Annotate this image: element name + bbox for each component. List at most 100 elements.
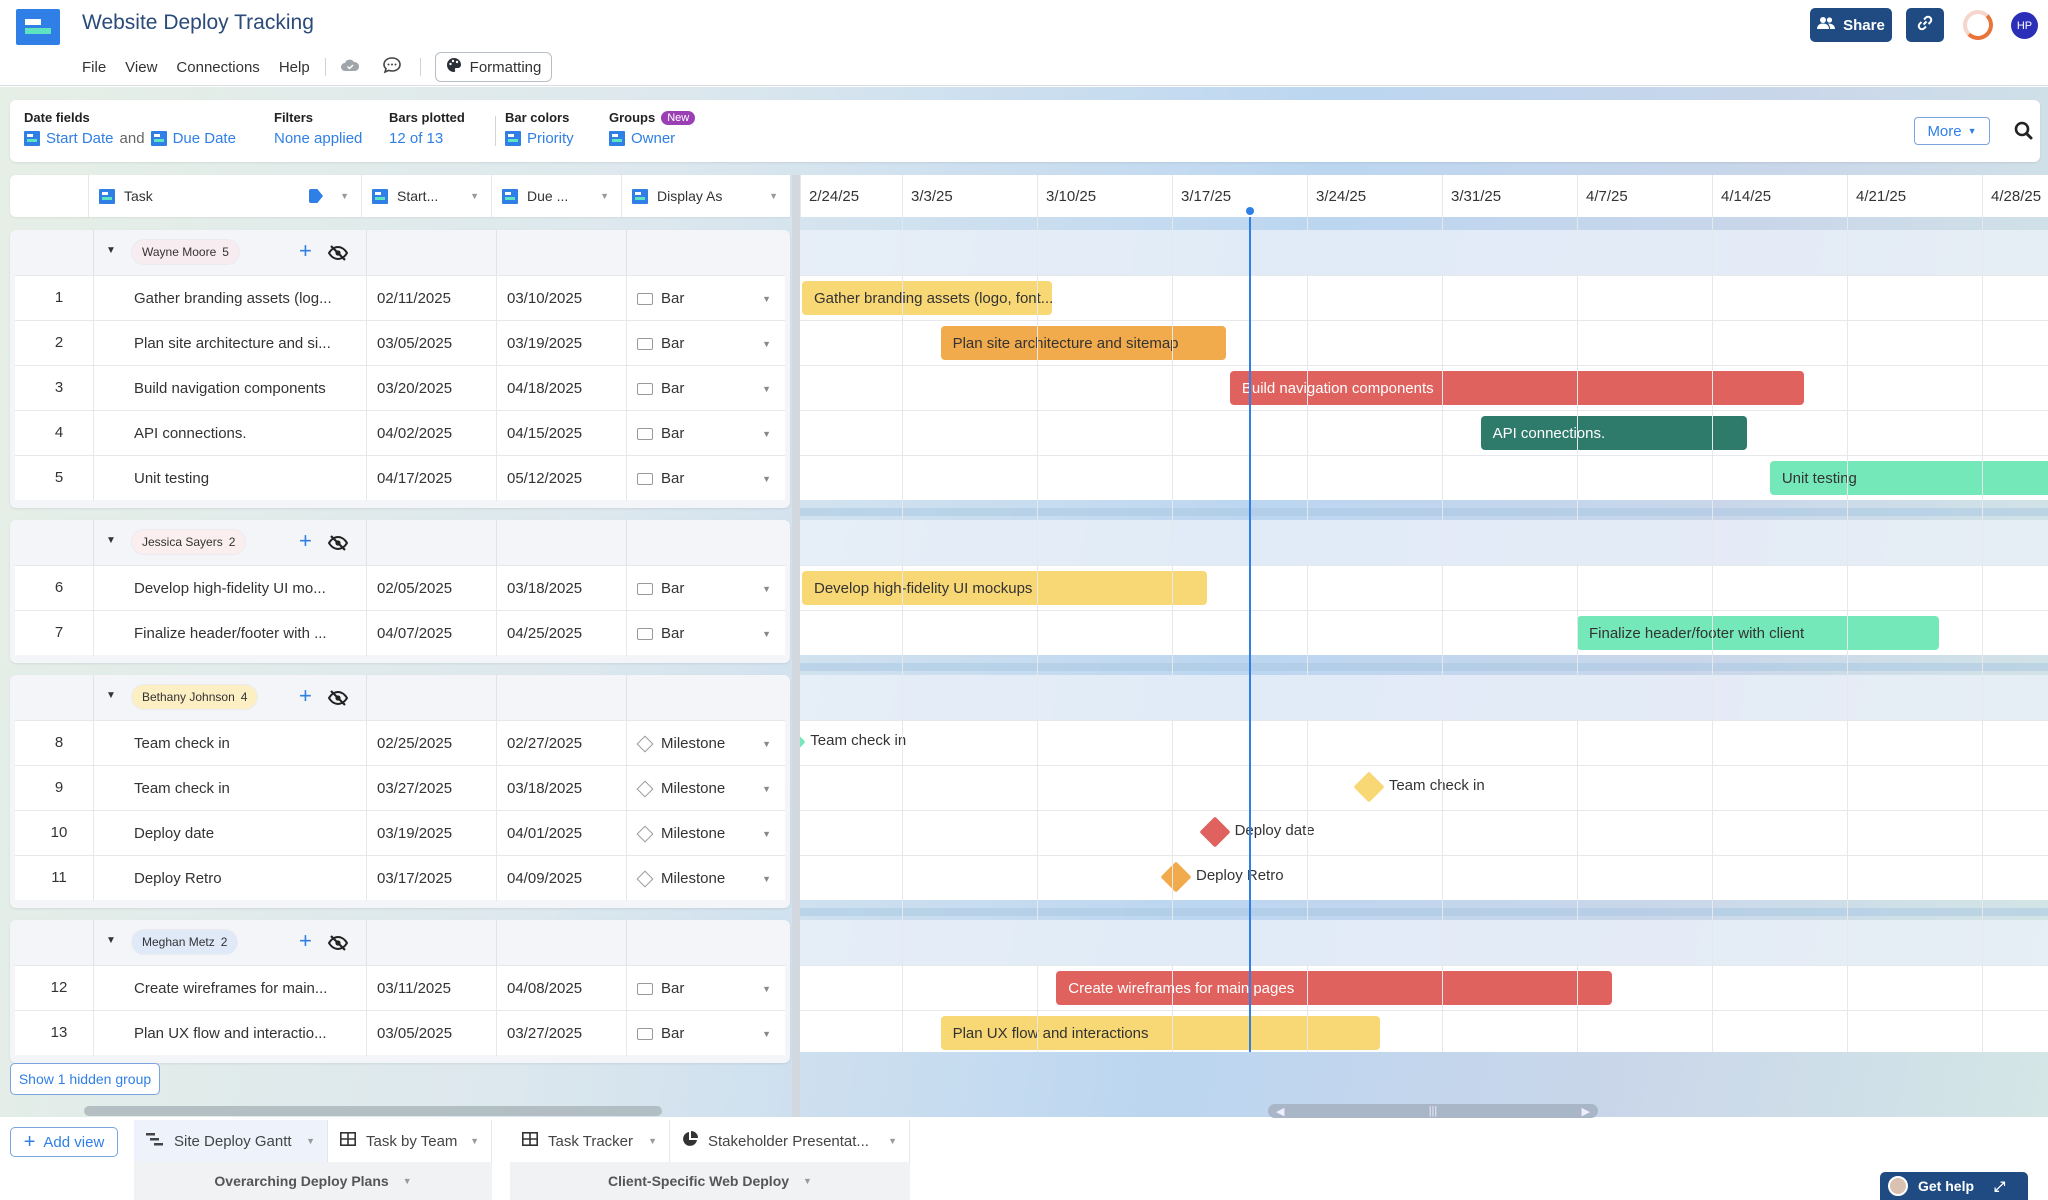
date-fields-setting[interactable]: Date fields Start Date and Due Date (24, 110, 236, 147)
task-name-cell[interactable]: Deploy date (93, 811, 366, 856)
groups-value[interactable]: Owner (631, 130, 675, 147)
gantt-bar[interactable]: API connections. (1480, 416, 1747, 450)
task-name-cell[interactable]: Build navigation components (93, 366, 366, 411)
hide-group-icon[interactable] (327, 935, 349, 951)
caret-down-icon[interactable]: ▼ (762, 829, 771, 839)
hide-group-icon[interactable] (327, 690, 349, 706)
due-date-cell[interactable]: 04/18/2025 (496, 366, 626, 411)
task-row[interactable]: 5 Unit testing 04/17/2025 05/12/2025 Bar ▼ (15, 455, 785, 501)
column-header-start[interactable]: Start... ▼ (361, 175, 491, 217)
start-date-field[interactable]: Start Date (46, 130, 114, 147)
caret-down-icon[interactable]: ▼ (403, 1176, 412, 1186)
task-row[interactable]: 8 Team check in 02/25/2025 02/27/2025 Milest… (15, 720, 785, 766)
due-date-cell[interactable]: 04/25/2025 (496, 611, 626, 656)
display-as-cell[interactable]: Milestone ▼ (626, 766, 785, 811)
task-name-cell[interactable]: Plan site architecture and si... (93, 321, 366, 366)
due-date-cell[interactable]: 02/27/2025 (496, 721, 626, 766)
copy-link-button[interactable] (1906, 8, 1944, 42)
task-name-cell[interactable]: Team check in (93, 766, 366, 811)
task-name-cell[interactable]: Unit testing (93, 456, 366, 501)
bars-plotted-setting[interactable]: Bars plotted 12 of 13 (389, 110, 465, 147)
caret-down-icon[interactable]: ▼ (470, 1136, 479, 1146)
start-date-cell[interactable]: 04/02/2025 (366, 411, 496, 456)
start-date-cell[interactable]: 02/25/2025 (366, 721, 496, 766)
caret-down-icon[interactable]: ▼ (762, 384, 771, 394)
caret-down-icon[interactable]: ▼ (648, 1136, 657, 1146)
collapse-group-icon[interactable]: ▼ (106, 690, 116, 701)
column-header-display-as[interactable]: Display As ▼ (621, 175, 790, 217)
caret-down-icon[interactable]: ▼ (762, 784, 771, 794)
menu-view[interactable]: View (125, 59, 157, 76)
scroll-left-icon[interactable]: ◀ (1276, 1105, 1284, 1118)
caret-down-icon[interactable]: ▼ (762, 739, 771, 749)
add-task-icon[interactable]: + (299, 685, 312, 707)
start-date-cell[interactable]: 04/07/2025 (366, 611, 496, 656)
caret-down-icon[interactable]: ▼ (769, 191, 778, 201)
task-row[interactable]: 7 Finalize header/footer with ... 04/07/20… (15, 610, 785, 656)
due-date-field[interactable]: Due Date (173, 130, 236, 147)
caret-down-icon[interactable]: ▼ (762, 294, 771, 304)
start-date-cell[interactable]: 04/17/2025 (366, 456, 496, 501)
caret-down-icon[interactable]: ▼ (762, 874, 771, 884)
bar-colors-value[interactable]: Priority (527, 130, 574, 147)
collapse-group-icon[interactable]: ▼ (106, 935, 116, 946)
task-row[interactable]: 11 Deploy Retro 03/17/2025 04/09/2025 Milest… (15, 855, 785, 901)
tab-task-tracker[interactable]: Task Tracker ▼ (510, 1120, 670, 1162)
tag-icon[interactable] (309, 189, 323, 203)
groups-setting[interactable]: Groups New Owner (609, 110, 696, 147)
bars-plotted-value[interactable]: 12 of 13 (389, 130, 465, 147)
tab-stakeholder-presentation[interactable]: Stakeholder Presentat... ▼ (670, 1120, 910, 1162)
task-row[interactable]: 13 Plan UX flow and interactio... 03/05/20… (15, 1010, 785, 1056)
display-as-cell[interactable]: Bar ▼ (626, 1011, 785, 1056)
display-as-cell[interactable]: Bar ▼ (626, 611, 785, 656)
task-row[interactable]: 6 Develop high-fidelity UI mo... 02/05/202… (15, 565, 785, 611)
caret-down-icon[interactable]: ▼ (762, 429, 771, 439)
task-name-cell[interactable]: Team check in (93, 721, 366, 766)
search-icon[interactable] (2012, 119, 2036, 143)
pane-splitter[interactable] (792, 175, 800, 1117)
column-header-task[interactable]: Task ▼ (88, 175, 361, 217)
more-button[interactable]: More ▼ (1914, 117, 1990, 145)
gantt-bar[interactable]: Build navigation components (1229, 371, 1805, 405)
expand-icon[interactable]: ⤢ (1994, 1178, 2005, 1195)
scroll-right-icon[interactable]: ▶ (1582, 1105, 1590, 1118)
display-as-cell[interactable]: Bar ▼ (626, 366, 785, 411)
task-name-cell[interactable]: API connections. (93, 411, 366, 456)
filters-setting[interactable]: Filters None applied (274, 110, 362, 147)
due-date-cell[interactable]: 04/08/2025 (496, 966, 626, 1011)
bar-colors-setting[interactable]: Bar colors Priority (505, 110, 574, 147)
task-row[interactable]: 10 Deploy date 03/19/2025 04/01/2025 Milesto… (15, 810, 785, 856)
caret-down-icon[interactable]: ▼ (762, 984, 771, 994)
caret-down-icon[interactable]: ▼ (762, 584, 771, 594)
add-task-icon[interactable]: + (299, 240, 312, 262)
add-task-icon[interactable]: + (299, 930, 312, 952)
start-date-cell[interactable]: 02/05/2025 (366, 566, 496, 611)
collapse-group-icon[interactable]: ▼ (106, 245, 116, 256)
task-row[interactable]: 12 Create wireframes for main... 03/11/202… (15, 965, 785, 1011)
start-date-cell[interactable]: 03/27/2025 (366, 766, 496, 811)
task-row[interactable]: 2 Plan site architecture and si... 03/05/2… (15, 320, 785, 366)
show-hidden-group-button[interactable]: Show 1 hidden group (10, 1063, 160, 1095)
caret-down-icon[interactable]: ▼ (888, 1136, 897, 1146)
hide-group-icon[interactable] (327, 535, 349, 551)
formatting-button[interactable]: Formatting (434, 52, 553, 82)
hide-group-icon[interactable] (327, 245, 349, 261)
caret-down-icon[interactable]: ▼ (803, 1176, 812, 1186)
display-as-cell[interactable]: Bar ▼ (626, 456, 785, 501)
gantt-bar[interactable]: Create wireframes for main pages (1056, 971, 1612, 1005)
task-row[interactable]: 9 Team check in 03/27/2025 03/18/2025 Milest… (15, 765, 785, 811)
start-date-cell[interactable]: 03/17/2025 (366, 856, 496, 901)
due-date-cell[interactable]: 03/19/2025 (496, 321, 626, 366)
task-name-cell[interactable]: Finalize header/footer with ... (93, 611, 366, 656)
gantt-bar[interactable]: Develop high-fidelity UI mockups (802, 571, 1207, 605)
task-name-cell[interactable]: Create wireframes for main... (93, 966, 366, 1011)
display-as-cell[interactable]: Milestone ▼ (626, 811, 785, 856)
task-name-cell[interactable]: Plan UX flow and interactio... (93, 1011, 366, 1056)
gantt-bar[interactable]: Plan site architecture and sitemap (940, 326, 1226, 360)
app-logo-icon[interactable] (16, 9, 60, 45)
gantt-bar[interactable]: Finalize header/footer with client (1577, 616, 1940, 650)
start-date-cell[interactable]: 03/05/2025 (366, 321, 496, 366)
due-date-cell[interactable]: 04/01/2025 (496, 811, 626, 856)
start-date-cell[interactable]: 03/19/2025 (366, 811, 496, 856)
gantt-bar[interactable]: Unit testing (1769, 461, 2048, 495)
